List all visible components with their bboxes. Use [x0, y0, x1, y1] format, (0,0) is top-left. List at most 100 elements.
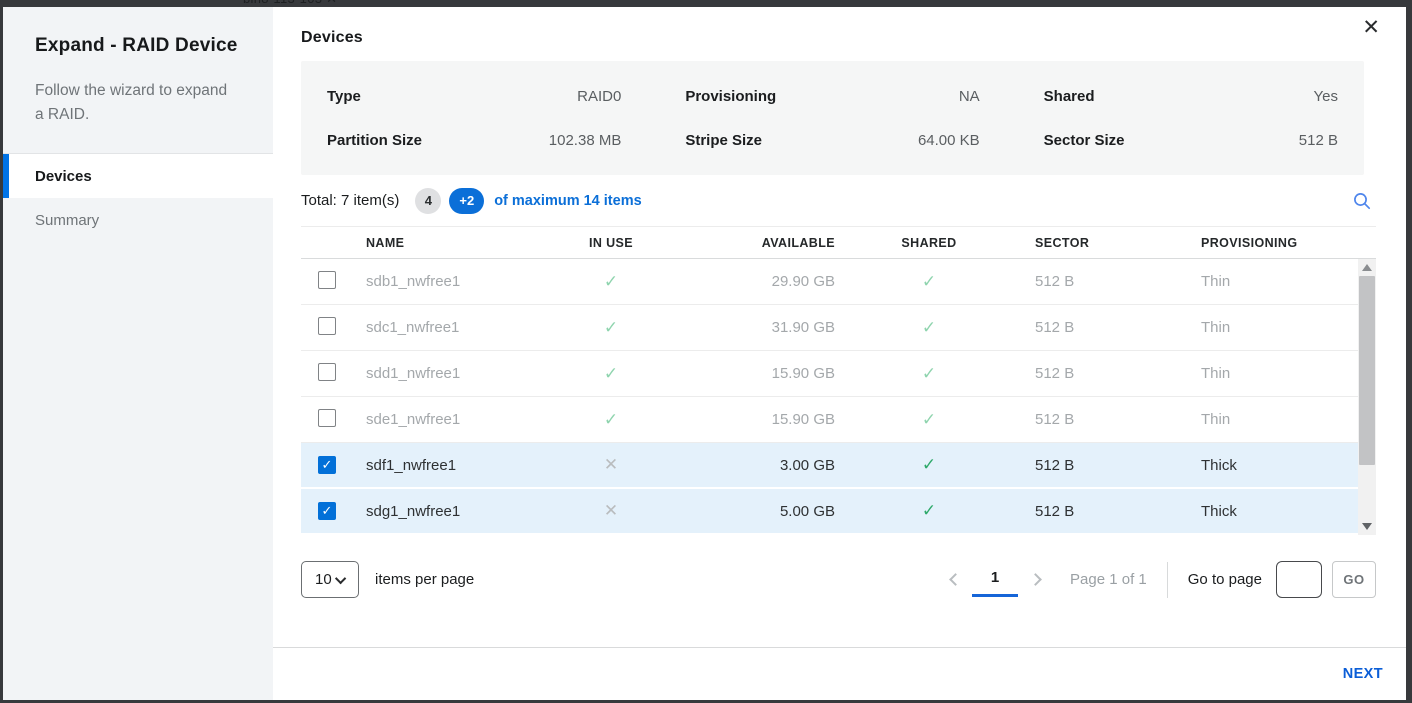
device-available: 3.00 GB: [653, 457, 849, 474]
column-header-available[interactable]: AVAILABLE: [653, 236, 849, 250]
search-icon[interactable]: [1348, 187, 1376, 215]
table-header: NAME IN USE AVAILABLE SHARED SECTOR PROV…: [301, 227, 1376, 259]
in-use-cell: ✕: [569, 455, 653, 475]
chevron-left-icon: [949, 573, 962, 586]
next-page-button[interactable]: [1018, 563, 1052, 597]
chevron-right-icon: [1029, 573, 1042, 586]
expand-raid-wizard-dialog: Expand - RAID Device Follow the wizard t…: [3, 7, 1406, 700]
column-header-sector[interactable]: SECTOR: [1009, 236, 1177, 250]
device-provisioning: Thick: [1177, 457, 1358, 474]
column-header-provisioning[interactable]: PROVISIONING: [1177, 236, 1376, 250]
column-header-name[interactable]: NAME: [357, 236, 569, 250]
column-header-in-use[interactable]: IN USE: [569, 236, 653, 250]
x-icon: ✕: [604, 501, 618, 520]
checkbox-cell: ✓: [301, 502, 357, 520]
wizard-sidebar: Expand - RAID Device Follow the wizard t…: [3, 7, 273, 700]
checkbox-cell: [301, 409, 357, 431]
scrollbar-up-button[interactable]: [1358, 259, 1376, 276]
device-name: sdg1_nwfree1: [357, 503, 569, 520]
close-icon[interactable]: ✕: [1362, 17, 1380, 38]
scrollbar-down-button[interactable]: [1358, 518, 1376, 535]
table-row[interactable]: ✓sdf1_nwfree1✕3.00 GB✓512 BThick: [301, 443, 1358, 489]
page-title: Devices: [301, 29, 1376, 47]
info-shared: Shared Yes: [1044, 74, 1338, 118]
device-name: sdb1_nwfree1: [357, 273, 569, 290]
shared-cell: ✓: [849, 455, 1009, 475]
check-icon: ✓: [604, 410, 618, 429]
added-count-badge: +2: [449, 188, 484, 214]
check-icon: ✓: [922, 364, 936, 383]
table-row[interactable]: sdc1_nwfree1✓31.90 GB✓512 BThin: [301, 305, 1358, 351]
max-items-label: of maximum 14 items: [494, 193, 641, 209]
table-row[interactable]: sdb1_nwfree1✓29.90 GB✓512 BThin: [301, 259, 1358, 305]
checkbox-cell: [301, 363, 357, 385]
goto-page-input[interactable]: [1276, 561, 1322, 598]
next-button[interactable]: NEXT: [1343, 666, 1383, 682]
chevron-down-icon: [335, 572, 346, 583]
items-per-page-value: 10: [315, 571, 332, 588]
checkbox-cell: [301, 317, 357, 339]
info-partition-size: Partition Size 102.38 MB: [327, 118, 621, 162]
in-use-cell: ✓: [569, 364, 653, 384]
row-checkbox[interactable]: [318, 317, 336, 335]
device-name: sdc1_nwfree1: [357, 319, 569, 336]
scrollbar-track[interactable]: [1358, 276, 1376, 518]
page-info-label: Page 1 of 1: [1070, 571, 1147, 588]
check-icon: ✓: [604, 318, 618, 337]
row-checkbox[interactable]: [318, 363, 336, 381]
wizard-main-panel: ✕ Devices Type RAID0 Provisioning NA Sha…: [273, 7, 1406, 700]
info-type: Type RAID0: [327, 74, 621, 118]
table-scrollbar[interactable]: [1358, 259, 1376, 535]
dialog-footer: NEXT: [273, 647, 1406, 700]
table-row[interactable]: sdd1_nwfree1✓15.90 GB✓512 BThin: [301, 351, 1358, 397]
device-available: 15.90 GB: [653, 365, 849, 382]
wizard-description: Follow the wizard to expand a RAID.: [35, 79, 240, 127]
row-checkbox[interactable]: ✓: [318, 456, 336, 474]
device-provisioning: Thin: [1177, 319, 1358, 336]
shared-cell: ✓: [849, 272, 1009, 292]
column-header-shared[interactable]: SHARED: [849, 236, 1009, 250]
row-checkbox[interactable]: ✓: [318, 502, 336, 520]
check-icon: ✓: [922, 272, 936, 291]
scrollbar-thumb[interactable]: [1359, 276, 1375, 465]
device-name: sdd1_nwfree1: [357, 365, 569, 382]
table-row[interactable]: sde1_nwfree1✓15.90 GB✓512 BThin: [301, 397, 1358, 443]
wizard-steps: Devices Summary: [3, 153, 273, 242]
device-sector: 512 B: [1009, 273, 1177, 290]
items-per-page-label: items per page: [375, 571, 474, 588]
triangle-up-icon: [1362, 264, 1372, 271]
device-table-body: sdb1_nwfree1✓29.90 GB✓512 BThinsdc1_nwfr…: [301, 259, 1358, 535]
check-icon: ✓: [604, 364, 618, 383]
device-provisioning: Thick: [1177, 503, 1358, 520]
pagination-bar: 10 items per page 1 Page 1 of 1 Go to pa…: [301, 561, 1376, 598]
step-summary[interactable]: Summary: [3, 198, 273, 242]
row-checkbox[interactable]: [318, 409, 336, 427]
check-icon: ✓: [922, 501, 936, 520]
raid-info-panel: Type RAID0 Provisioning NA Shared Yes Pa…: [301, 61, 1364, 175]
table-summary-bar: Total: 7 item(s) 4 +2 of maximum 14 item…: [301, 175, 1376, 227]
table-body-wrap: sdb1_nwfree1✓29.90 GB✓512 BThinsdc1_nwfr…: [301, 259, 1376, 535]
in-use-cell: ✓: [569, 318, 653, 338]
go-button[interactable]: GO: [1332, 561, 1376, 598]
info-sector-size: Sector Size 512 B: [1044, 118, 1338, 162]
shared-cell: ✓: [849, 318, 1009, 338]
info-provisioning: Provisioning NA: [685, 74, 979, 118]
device-provisioning: Thin: [1177, 365, 1358, 382]
current-page-number[interactable]: 1: [972, 562, 1018, 597]
selected-count-badge: 4: [415, 188, 441, 214]
device-available: 5.00 GB: [653, 503, 849, 520]
items-per-page-select[interactable]: 10: [301, 561, 359, 598]
row-checkbox[interactable]: [318, 271, 336, 289]
check-icon: ✓: [604, 272, 618, 291]
step-devices[interactable]: Devices: [3, 154, 273, 198]
previous-page-button[interactable]: [938, 563, 972, 597]
device-sector: 512 B: [1009, 319, 1177, 336]
table-row[interactable]: ✓sdg1_nwfree1✕5.00 GB✓512 BThick: [301, 489, 1358, 535]
in-use-cell: ✓: [569, 410, 653, 430]
divider: [1167, 562, 1168, 598]
shared-cell: ✓: [849, 410, 1009, 430]
info-stripe-size: Stripe Size 64.00 KB: [685, 118, 979, 162]
desktop-background: bin8-113-103 ✕ Expand - RAID Device Foll…: [0, 0, 1412, 703]
device-available: 29.90 GB: [653, 273, 849, 290]
wizard-title: Expand - RAID Device: [35, 35, 243, 57]
